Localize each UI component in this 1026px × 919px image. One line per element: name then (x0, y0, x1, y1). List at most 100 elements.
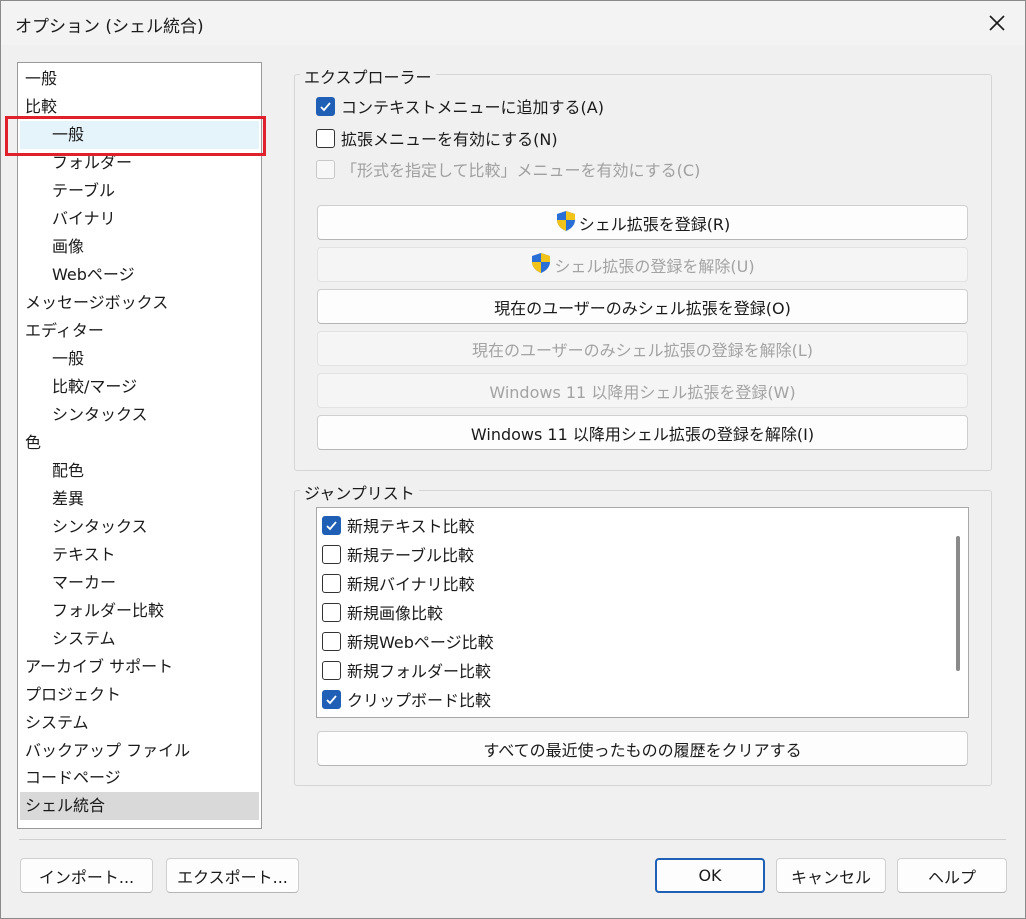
tree-item-label: 差異 (52, 489, 85, 508)
checkbox-unchecked-icon (316, 159, 335, 179)
unregister-shell-extension-button[interactable]: シェル拡張の登録を解除(U) (317, 247, 968, 282)
window-title: オプション (シェル統合) (15, 17, 204, 37)
tree-item-compare-binary[interactable]: バイナリ (52, 205, 259, 233)
tree-item-label: 画像 (52, 237, 85, 256)
tree-item-label: 一般 (52, 125, 85, 144)
import-button[interactable]: インポート... (20, 858, 153, 893)
tree-item-color-folder-compare[interactable]: フォルダー比較 (52, 597, 259, 625)
tree-item-color-diff[interactable]: 差異 (52, 485, 259, 513)
tree-item-color-scheme[interactable]: 配色 (52, 457, 259, 485)
extended-menu-checkbox[interactable]: 拡張メニューを有効にする(N) (316, 125, 558, 151)
ok-button[interactable]: OK (655, 858, 765, 893)
tree-item-general[interactable]: 一般 (25, 65, 259, 93)
tree-item-label: プロジェクト (25, 685, 122, 704)
tree-item-color-syntax[interactable]: シンタックス (52, 513, 259, 541)
tree-item-label: フォルダー (52, 153, 133, 172)
close-icon (989, 15, 1005, 31)
tree-item-system[interactable]: システム (25, 709, 259, 737)
list-item-label: 新規テキスト比較 (347, 517, 475, 536)
checkbox-unchecked-icon (322, 660, 341, 680)
tree-item-compare-webpage[interactable]: Webページ (52, 261, 259, 289)
checkbox-unchecked-icon (322, 544, 341, 564)
jumplist-list[interactable]: 新規テキスト比較 新規テーブル比較 新規バイナリ比較 新規画像比較 新規Webペ… (316, 507, 969, 718)
button-label: OK (698, 866, 722, 885)
checkbox-unchecked-icon (322, 602, 341, 622)
tree-item-color-text[interactable]: テキスト (52, 541, 259, 569)
tree-item-label: コードページ (25, 768, 121, 787)
button-label: シェル拡張を登録(R) (578, 214, 731, 234)
register-win11-extension-button[interactable]: Windows 11 以降用シェル拡張を登録(W) (317, 373, 968, 408)
button-label: 現在のユーザーのみシェル拡張の登録を解除(L) (471, 340, 814, 360)
tree-item-project[interactable]: プロジェクト (25, 681, 259, 709)
tree-item-compare[interactable]: 比較 (25, 93, 259, 121)
list-item[interactable]: 新規バイナリ比較 (322, 570, 475, 596)
tree-item-editor-general[interactable]: 一般 (52, 345, 259, 373)
tree-item-label: シンタックス (52, 405, 148, 424)
list-item-label: 新規画像比較 (347, 604, 444, 623)
tree-item-compare-table[interactable]: テーブル (52, 177, 259, 205)
button-label: エクスポート... (177, 867, 288, 887)
tree-item-label: 配色 (52, 461, 85, 480)
register-current-user-button[interactable]: 現在のユーザーのみシェル拡張を登録(O) (317, 289, 968, 324)
button-label: ヘルプ (927, 867, 976, 887)
uac-shield-icon (555, 210, 577, 236)
button-label: Windows 11 以降用シェル拡張を登録(W) (489, 382, 796, 402)
list-item[interactable]: 新規フォルダー比較 (322, 657, 491, 683)
tree-item-color[interactable]: 色 (25, 429, 259, 457)
tree-item-editor[interactable]: エディター (25, 317, 259, 345)
tree-item-editor-compare-merge[interactable]: 比較/マージ (52, 373, 259, 401)
clear-history-button[interactable]: すべての最近使ったものの履歴をクリアする (317, 731, 968, 766)
tree-item-label: 比較 (25, 97, 58, 116)
tree-item-label: テーブル (52, 181, 116, 200)
help-button[interactable]: ヘルプ (897, 858, 1007, 893)
register-shell-extension-button[interactable]: シェル拡張を登録(R) (317, 205, 968, 240)
button-label: シェル拡張の登録を解除(U) (554, 256, 755, 276)
list-item-label: 新規バイナリ比較 (347, 575, 475, 594)
button-label: Windows 11 以降用シェル拡張の登録を解除(I) (470, 424, 815, 444)
tree-item-label: バイナリ (52, 209, 116, 228)
checkbox-checked-icon (322, 515, 341, 535)
export-button[interactable]: エクスポート... (166, 858, 299, 893)
tree-item-compare-general[interactable]: 一般 (20, 121, 259, 149)
tree-item-label: エディター (25, 321, 104, 340)
tree-item-label: アーカイブ サポート (25, 657, 174, 676)
tree-item-label: システム (25, 713, 89, 732)
list-scrollbar[interactable] (956, 536, 960, 671)
list-item-label: 新規テーブル比較 (347, 546, 475, 565)
list-item[interactable]: 新規テーブル比較 (322, 541, 474, 567)
tree-item-color-system[interactable]: システム (52, 625, 259, 653)
checkbox-unchecked-icon (316, 128, 335, 148)
unregister-current-user-button[interactable]: 現在のユーザーのみシェル拡張の登録を解除(L) (317, 331, 968, 366)
tree-item-label: 色 (25, 433, 42, 452)
checkbox-unchecked-icon (322, 631, 341, 651)
tree-item-label: 比較/マージ (52, 377, 138, 396)
cancel-button[interactable]: キャンセル (776, 858, 886, 893)
context-menu-checkbox[interactable]: コンテキストメニューに追加する(A) (316, 93, 604, 119)
tree-item-editor-syntax[interactable]: シンタックス (52, 401, 259, 429)
tree-item-label: シンタックス (52, 517, 148, 536)
list-item[interactable]: 新規テキスト比較 (322, 512, 475, 538)
explorer-group-label: エクスプローラー (300, 64, 436, 88)
tree-item-codepage[interactable]: コードページ (25, 764, 259, 792)
tree-item-label: メッセージボックス (25, 293, 169, 312)
tree-item-shell-integration[interactable]: シェル統合 (20, 792, 259, 820)
tree-item-archive-support[interactable]: アーカイブ サポート (25, 653, 259, 681)
footer-separator (19, 839, 1006, 840)
button-label: すべての最近使ったものの履歴をクリアする (483, 740, 802, 760)
jumplist-group-label: ジャンプリスト (300, 480, 419, 504)
tree-item-color-marker[interactable]: マーカー (52, 569, 259, 597)
tree-item-label: 一般 (25, 69, 58, 88)
tree-item-compare-image[interactable]: 画像 (52, 233, 259, 261)
title-bar: オプション (シェル統合) (1, 1, 1025, 45)
list-item[interactable]: クリップボード比較 (322, 686, 491, 712)
tree-item-backup-file[interactable]: バックアップ ファイル (25, 737, 259, 765)
tree-item-messagebox[interactable]: メッセージボックス (25, 289, 259, 317)
tree-item-compare-folder[interactable]: フォルダー (52, 149, 259, 177)
list-item[interactable]: 新規画像比較 (322, 599, 443, 625)
tree-item-label: システム (52, 629, 116, 648)
close-button[interactable] (977, 5, 1017, 41)
list-item[interactable]: 新規Webページ比較 (322, 628, 494, 654)
compare-as-menu-checkbox[interactable]: 「形式を指定して比較」メニューを有効にする(C) (316, 156, 700, 182)
unregister-win11-extension-button[interactable]: Windows 11 以降用シェル拡張の登録を解除(I) (317, 415, 968, 450)
options-tree[interactable]: 一般 比較 一般 フォルダー テーブル バイナリ 画像 Webページ メッセージ… (17, 62, 262, 829)
